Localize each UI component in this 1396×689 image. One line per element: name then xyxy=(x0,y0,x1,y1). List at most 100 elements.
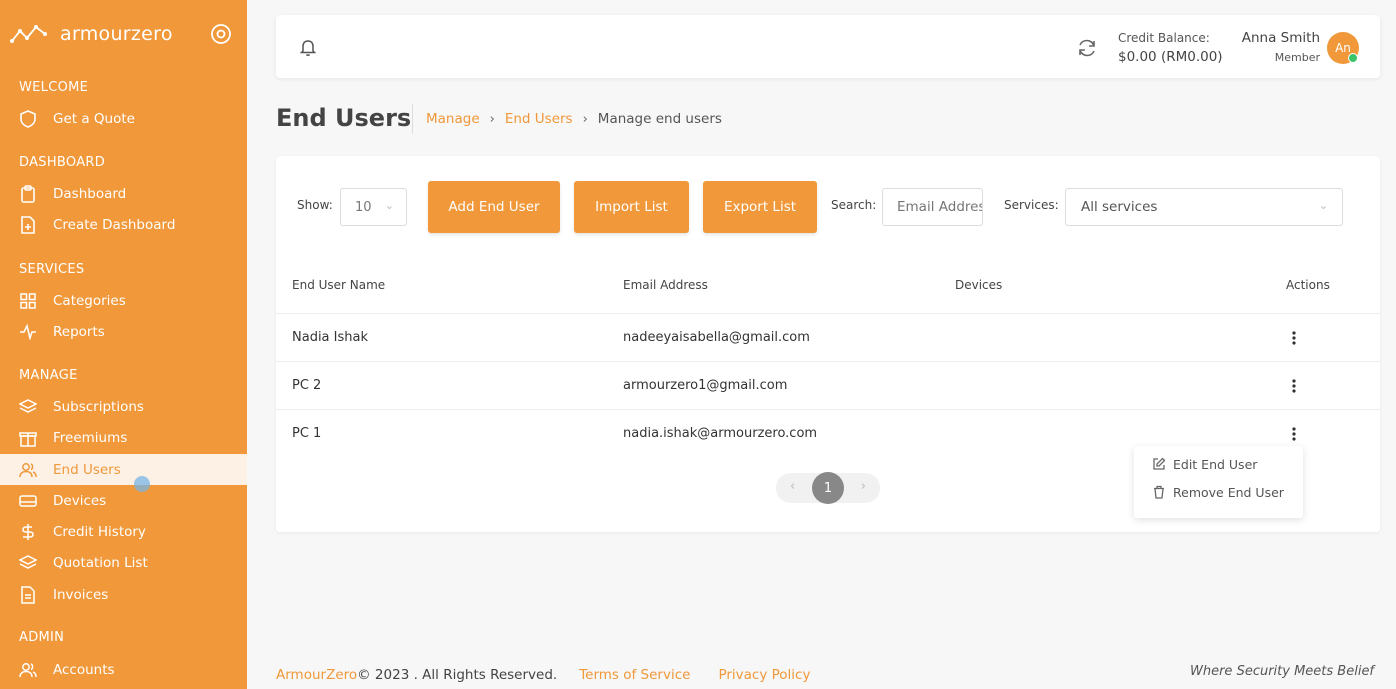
sidebar-item-label: Categories xyxy=(53,292,126,309)
sidebar-item-create-dashboard[interactable]: Create Dashboard xyxy=(0,209,247,240)
dollar-icon xyxy=(19,523,37,541)
column-header-actions: Actions xyxy=(1286,278,1330,292)
page-size-select[interactable]: 10 ⌄ xyxy=(340,188,407,226)
trash-icon xyxy=(1154,485,1164,499)
sidebar-item-label: Invoices xyxy=(53,586,109,603)
page-1-button[interactable]: 1 xyxy=(812,472,844,504)
users-icon xyxy=(19,461,37,479)
file-plus-icon xyxy=(19,215,37,234)
sidebar-item-label: Devices xyxy=(53,492,107,509)
sidebar-item-credit-history[interactable]: Credit History xyxy=(0,516,247,547)
footer-brand-link[interactable]: ArmourZero xyxy=(276,667,357,683)
chevron-down-icon: ⌄ xyxy=(1318,199,1328,212)
sidebar-item-quotation-list[interactable]: Quotation List xyxy=(0,547,247,578)
shield-icon xyxy=(19,109,37,128)
row-actions-icon[interactable] xyxy=(1284,375,1304,397)
show-label: Show: xyxy=(297,198,333,212)
footer-copyright: © 2023 . All Rights Reserved. xyxy=(357,667,558,683)
section-manage: MANAGE xyxy=(19,368,78,383)
breadcrumb-current: Manage end users xyxy=(597,111,722,127)
edit-end-user-menu-item[interactable]: Edit End User xyxy=(1152,454,1257,474)
remove-end-user-menu-item[interactable]: Remove End User xyxy=(1152,482,1284,502)
next-page-button[interactable]: › xyxy=(861,479,866,494)
sidebar-item-reports[interactable]: Reports xyxy=(0,316,247,347)
import-list-button[interactable]: Import List xyxy=(574,181,689,233)
brand: armourzero xyxy=(10,20,232,48)
online-status-dot xyxy=(1348,53,1358,63)
cell-name: Nadia Ishak xyxy=(292,330,368,345)
credit-amount: $0.00 (RM0.00) xyxy=(1118,49,1223,65)
gift-icon xyxy=(19,429,37,447)
sidebar-item-label: Accounts xyxy=(53,661,115,678)
sidebar-item-label: Quotation List xyxy=(53,554,148,571)
row-actions-menu: Edit End User Remove End User xyxy=(1134,446,1303,518)
sidebar-item-accounts[interactable]: Accounts xyxy=(0,654,247,685)
sidebar-item-label: Get a Quote xyxy=(53,110,135,127)
layers-icon xyxy=(19,554,37,572)
topbar: Credit Balance: $0.00 (RM0.00) Anna Smit… xyxy=(276,15,1380,78)
section-dashboard: DASHBOARD xyxy=(19,155,106,170)
cell-name: PC 2 xyxy=(292,378,322,393)
end-users-card: Show: 10 ⌄ Add End User Import List Expo… xyxy=(276,156,1380,532)
footer-tagline: Where Security Meets Belief xyxy=(1190,664,1375,679)
refresh-icon[interactable] xyxy=(1076,37,1098,59)
sidebar-item-end-users[interactable]: End Users xyxy=(0,454,247,485)
sidebar-item-freemiums[interactable]: Freemiums xyxy=(0,422,247,453)
section-admin: ADMIN xyxy=(19,630,65,645)
edit-icon xyxy=(1153,457,1166,470)
breadcrumb-manage[interactable]: Manage xyxy=(426,111,480,127)
sidebar-item-label: Subscriptions xyxy=(53,398,144,415)
sidebar-item-label: Reports xyxy=(53,323,105,340)
mouse-cursor xyxy=(134,476,150,492)
user-name: Anna Smith xyxy=(1241,30,1320,46)
sidebar-item-get-a-quote[interactable]: Get a Quote xyxy=(0,103,247,134)
edit-end-user-label: Edit End User xyxy=(1173,456,1258,472)
services-label: Services: xyxy=(1004,198,1059,212)
sidebar-item-invoices[interactable]: Invoices xyxy=(0,579,247,610)
user-info[interactable]: Anna Smith Member xyxy=(1212,29,1320,67)
sidebar-item-label: Dashboard xyxy=(53,185,127,202)
column-header-email: Email Address xyxy=(623,278,708,292)
table-row: PC 2 armourzero1@gmail.com xyxy=(276,361,1380,409)
sidebar-item-label: Credit History xyxy=(53,523,146,540)
sidebar-item-label: Freemiums xyxy=(53,429,128,446)
row-actions-icon[interactable] xyxy=(1284,327,1304,349)
services-value: All services xyxy=(1081,199,1158,215)
chevron-right-icon: › xyxy=(489,111,495,127)
pagination: ‹ 1 › xyxy=(776,472,880,504)
cell-email: nadeeyaisabella@gmail.com xyxy=(623,330,810,345)
table-row: Nadia Ishak nadeeyaisabella@gmail.com xyxy=(276,313,1380,361)
cell-email: nadia.ishak@armourzero.com xyxy=(623,426,818,441)
search-label: Search: xyxy=(831,198,877,212)
layers-icon xyxy=(19,398,37,416)
users-icon xyxy=(19,661,37,679)
column-header-name: End User Name xyxy=(292,278,386,292)
sidebar-item-devices[interactable]: Devices xyxy=(0,485,247,516)
breadcrumb: Manage › End Users › Manage end users xyxy=(426,111,722,127)
sidebar-item-subscriptions[interactable]: Subscriptions xyxy=(0,391,247,422)
brand-name: armourzero xyxy=(60,23,173,45)
previous-page-button[interactable]: ‹ xyxy=(790,479,795,494)
sidebar-item-categories[interactable]: Categories xyxy=(0,285,247,316)
add-end-user-button[interactable]: Add End User xyxy=(428,181,560,233)
breadcrumb-end-users[interactable]: End Users xyxy=(505,111,573,127)
sidebar-item-dashboard[interactable]: Dashboard xyxy=(0,178,247,209)
privacy-policy-link[interactable]: Privacy Policy xyxy=(718,667,810,683)
cell-email: armourzero1@gmail.com xyxy=(623,378,788,393)
row-actions-icon[interactable] xyxy=(1284,423,1304,445)
export-list-button[interactable]: Export List xyxy=(703,181,817,233)
sidebar: armourzero WELCOME Get a Quote DASHBOARD… xyxy=(0,0,247,689)
title-divider xyxy=(412,104,413,134)
bell-icon[interactable] xyxy=(298,37,318,57)
settings-icon[interactable] xyxy=(210,23,232,45)
footer: ArmourZero © 2023 . All Rights Reserved.… xyxy=(276,667,810,683)
chevron-right-icon: › xyxy=(582,111,588,127)
remove-end-user-label: Remove End User xyxy=(1173,484,1284,500)
sidebar-item-label: Create Dashboard xyxy=(53,216,176,233)
logo-icon xyxy=(10,25,47,43)
terms-of-service-link[interactable]: Terms of Service xyxy=(579,667,690,683)
services-select[interactable]: All services ⌄ xyxy=(1065,188,1343,226)
search-input[interactable] xyxy=(882,188,983,226)
section-services: SERVICES xyxy=(19,262,85,277)
hard-drive-icon xyxy=(19,492,37,510)
